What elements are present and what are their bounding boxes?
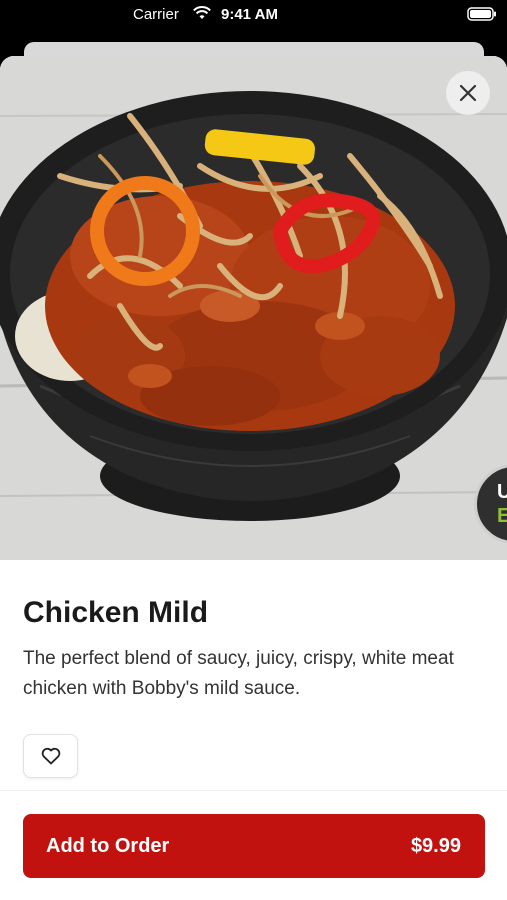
- heart-icon: [41, 747, 60, 765]
- hero-image: U E: [0, 56, 507, 560]
- clock: 9:41 AM: [221, 6, 278, 23]
- battery-icon: [467, 7, 496, 21]
- item-description: The perfect blend of saucy, juicy, crisp…: [23, 648, 454, 699]
- favorite-button[interactable]: [23, 734, 78, 778]
- item-detail-sheet: U E Chicken Mild The perfect blend of sa…: [0, 56, 507, 900]
- add-to-order-label: Add to Order: [46, 835, 170, 857]
- item-title: Chicken Mild: [23, 596, 209, 629]
- order-price: $9.99: [410, 835, 461, 857]
- close-icon: [459, 84, 477, 102]
- chicken-bowl-photo: [0, 56, 507, 560]
- badge-line-2: E: [497, 505, 507, 527]
- close-button[interactable]: [446, 71, 490, 115]
- divider: [0, 790, 507, 791]
- carrier-label: Carrier: [133, 6, 179, 23]
- badge-line-1: U: [497, 481, 507, 503]
- add-to-order-button[interactable]: Add to Order $9.99: [23, 814, 485, 878]
- wifi-icon: [193, 6, 211, 19]
- status-bar: Carrier 9:41 AM: [0, 0, 507, 40]
